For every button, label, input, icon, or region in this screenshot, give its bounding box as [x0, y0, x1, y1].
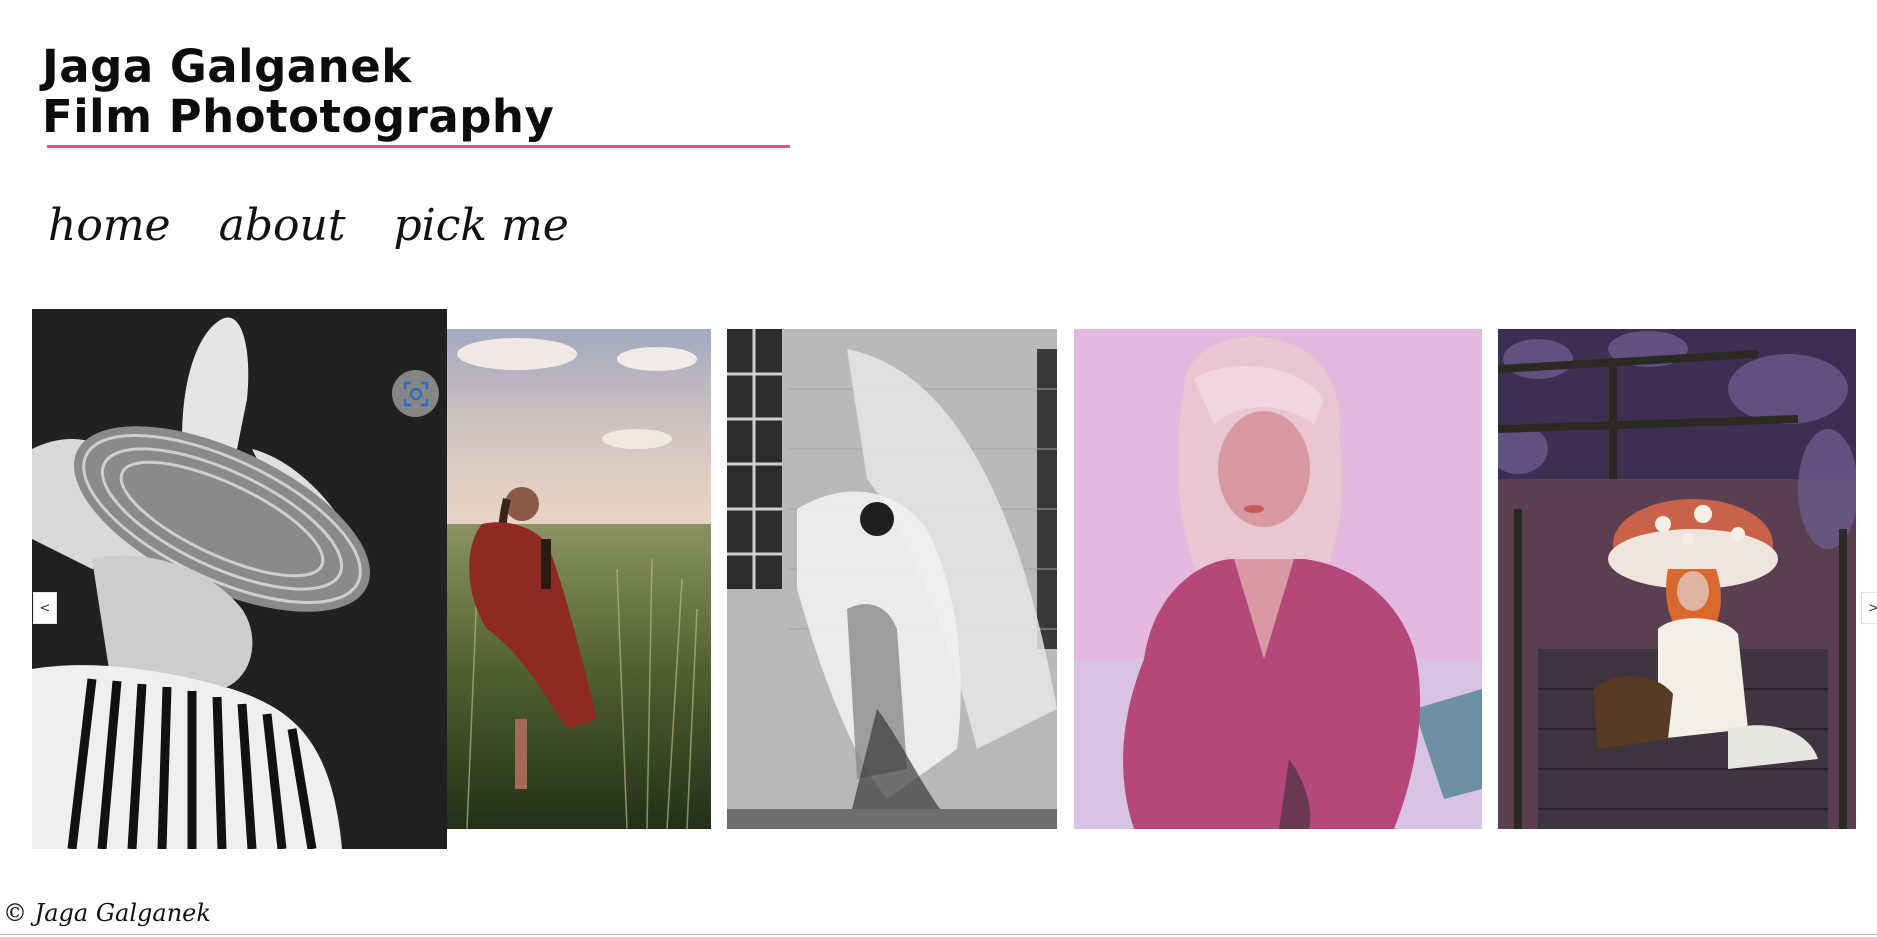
photo-slide-4[interactable]: [1074, 329, 1482, 829]
photo-mushroom-hat: [1498, 329, 1856, 829]
footer-divider: [0, 934, 1877, 935]
photo-slide-2[interactable]: [447, 329, 711, 829]
zoom-expand-icon: [403, 381, 428, 406]
site-title-line1: Jaga Galganek: [42, 40, 412, 93]
site-title: Jaga Galganek Film Phototography: [42, 42, 554, 142]
footer-copyright: © Jaga Galganek: [3, 899, 211, 927]
photo-slider: [32, 309, 1877, 849]
site-title-line2: Film Phototography: [42, 90, 555, 143]
main-nav: home about pick me: [48, 196, 569, 256]
photo-slide-3[interactable]: [727, 329, 1057, 829]
photo-slide-5[interactable]: [1498, 329, 1856, 829]
photo-field-red-coat: [447, 329, 711, 829]
slider-prev-button[interactable]: <: [33, 592, 57, 624]
slider-next-button[interactable]: >: [1861, 592, 1877, 624]
photo-slide-1[interactable]: [32, 309, 447, 849]
nav-about[interactable]: about: [219, 196, 346, 256]
nav-home[interactable]: home: [48, 196, 171, 256]
photo-bw-double-exposure: [727, 329, 1057, 829]
nav-pick-me[interactable]: pick me: [394, 196, 569, 256]
zoom-button[interactable]: [392, 370, 439, 417]
photo-pink-portrait: [1074, 329, 1482, 829]
photo-bw-hat-portrait: [32, 309, 447, 849]
title-underline: [47, 145, 790, 148]
